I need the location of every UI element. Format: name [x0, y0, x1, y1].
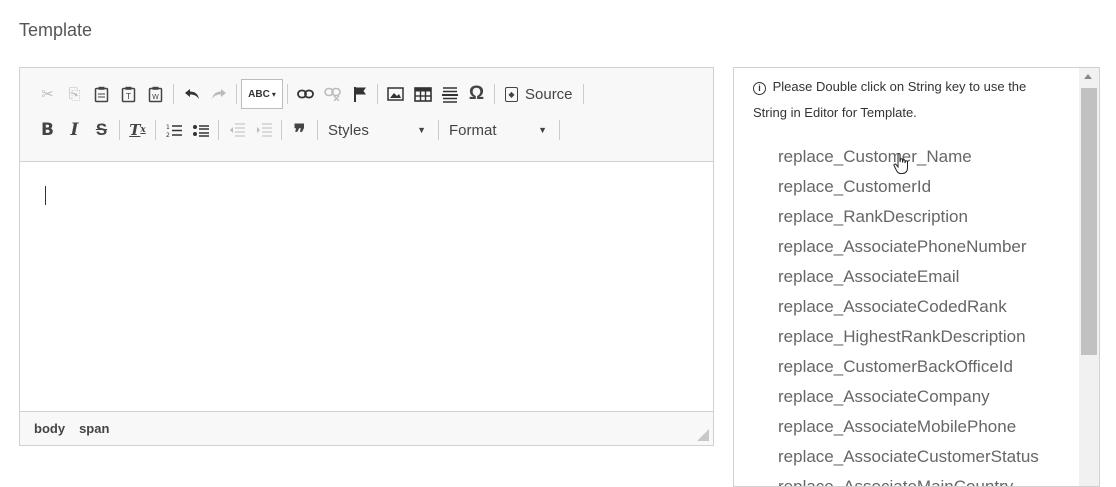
format-label: Format	[449, 121, 497, 139]
toolbar-separator	[281, 120, 282, 140]
styles-dropdown[interactable]: Styles ▼	[322, 122, 434, 139]
strikethrough-icon[interactable]: S	[88, 117, 115, 143]
chevron-down-icon: ▼	[417, 125, 426, 135]
string-keys-panel: i Please Double click on String key to u…	[733, 67, 1100, 487]
anchor-flag-icon[interactable]	[346, 81, 373, 107]
path-item-span[interactable]: span	[79, 421, 109, 436]
bulleted-list-icon[interactable]	[187, 117, 214, 143]
toolbar-row-2: B I S Tx 12 ❞ Styles ▼ Format ▼	[34, 112, 703, 148]
styles-label: Styles	[328, 121, 369, 139]
scroll-thumb[interactable]	[1081, 88, 1097, 355]
chevron-down-icon: ▼	[538, 125, 547, 135]
spellcheck-icon[interactable]: ABC ▾	[241, 79, 283, 109]
paste-icon[interactable]	[88, 81, 115, 107]
string-key-item[interactable]: replace_AssociateMainCountry	[778, 472, 1039, 486]
string-key-item[interactable]: replace_HighestRankDescription	[778, 322, 1039, 352]
source-label: Source	[525, 85, 573, 103]
bold-icon[interactable]: B	[34, 117, 61, 143]
toolbar-separator	[287, 84, 288, 104]
string-key-item[interactable]: replace_CustomerBackOfficeId	[778, 352, 1039, 382]
italic-icon[interactable]: I	[61, 117, 88, 143]
special-char-icon[interactable]: Ω	[463, 81, 490, 107]
source-button[interactable]: ◆ Source	[499, 86, 579, 103]
table-icon[interactable]	[409, 81, 436, 107]
blockquote-icon[interactable]: ❞	[286, 117, 313, 144]
svg-text:W: W	[152, 93, 159, 101]
toolbar-separator	[173, 84, 174, 104]
svg-text:1: 1	[166, 124, 170, 131]
toolbar-separator	[119, 120, 120, 140]
toolbar-separator	[438, 120, 439, 140]
path-item-body[interactable]: body	[34, 421, 65, 436]
toolbar-separator	[559, 120, 560, 140]
link-icon[interactable]	[292, 81, 319, 107]
undo-icon[interactable]	[178, 81, 205, 107]
svg-text:2: 2	[166, 132, 170, 138]
toolbar-separator	[155, 120, 156, 140]
image-icon[interactable]	[382, 81, 409, 107]
svg-text:T: T	[125, 92, 131, 101]
paste-text-icon[interactable]: T	[115, 81, 142, 107]
section-title: Template	[19, 20, 93, 40]
resize-handle[interactable]	[697, 429, 709, 441]
outdent-icon[interactable]	[223, 117, 250, 143]
toolbar-separator	[377, 84, 378, 104]
paste-word-icon[interactable]: W	[142, 81, 169, 107]
hint-message: Please Double click on String key to use…	[753, 79, 1027, 120]
string-key-item[interactable]: replace_AssociateCustomerStatus	[778, 442, 1039, 472]
numbered-list-icon[interactable]: 12	[160, 117, 187, 143]
string-key-item[interactable]: replace_AssociateCompany	[778, 382, 1039, 412]
editor-toolbar: ✂ ⎘ T W ABC ▾ Ω ◆ Source B I S T x 1 2 ❞…	[20, 68, 713, 162]
string-key-item[interactable]: replace_AssociateCodedRank	[778, 292, 1039, 322]
info-icon: i	[753, 82, 766, 95]
remove-format-icon[interactable]: Tx	[124, 117, 151, 143]
toolbar-separator	[236, 84, 237, 104]
hint-text: i Please Double click on String key to u…	[753, 74, 1053, 126]
toolbar-separator	[582, 84, 584, 104]
format-dropdown[interactable]: Format ▼	[443, 122, 555, 139]
editor-content-area[interactable]	[20, 162, 713, 412]
string-key-item[interactable]: replace_AssociateEmail	[778, 262, 1039, 292]
source-icon: ◆	[505, 86, 518, 102]
indent-icon[interactable]	[250, 117, 277, 143]
element-path-bar: body span	[20, 411, 713, 445]
string-key-item[interactable]: replace_RankDescription	[778, 202, 1039, 232]
string-keys-list: replace_Customer_Name replace_CustomerId…	[778, 142, 1039, 486]
horizontal-line-icon[interactable]	[436, 81, 463, 107]
cut-icon[interactable]: ✂	[34, 81, 61, 107]
hand-cursor-icon	[893, 153, 909, 180]
rich-text-editor: ✂ ⎘ T W ABC ▾ Ω ◆ Source B I S T x 1 2 ❞…	[19, 67, 714, 446]
scroll-up-arrow-icon[interactable]	[1084, 74, 1092, 79]
copy-icon[interactable]: ⎘	[61, 81, 88, 107]
vertical-scrollbar[interactable]	[1079, 68, 1099, 486]
redo-icon[interactable]	[205, 81, 232, 107]
toolbar-separator	[317, 120, 318, 140]
string-key-item[interactable]: replace_AssociatePhoneNumber	[778, 232, 1039, 262]
text-cursor	[45, 186, 46, 205]
toolbar-separator	[218, 120, 219, 140]
string-key-item[interactable]: replace_AssociateMobilePhone	[778, 412, 1039, 442]
toolbar-separator	[494, 84, 495, 104]
unlink-icon[interactable]	[319, 81, 346, 107]
toolbar-row-1: ✂ ⎘ T W ABC ▾ Ω ◆ Source	[34, 76, 703, 112]
